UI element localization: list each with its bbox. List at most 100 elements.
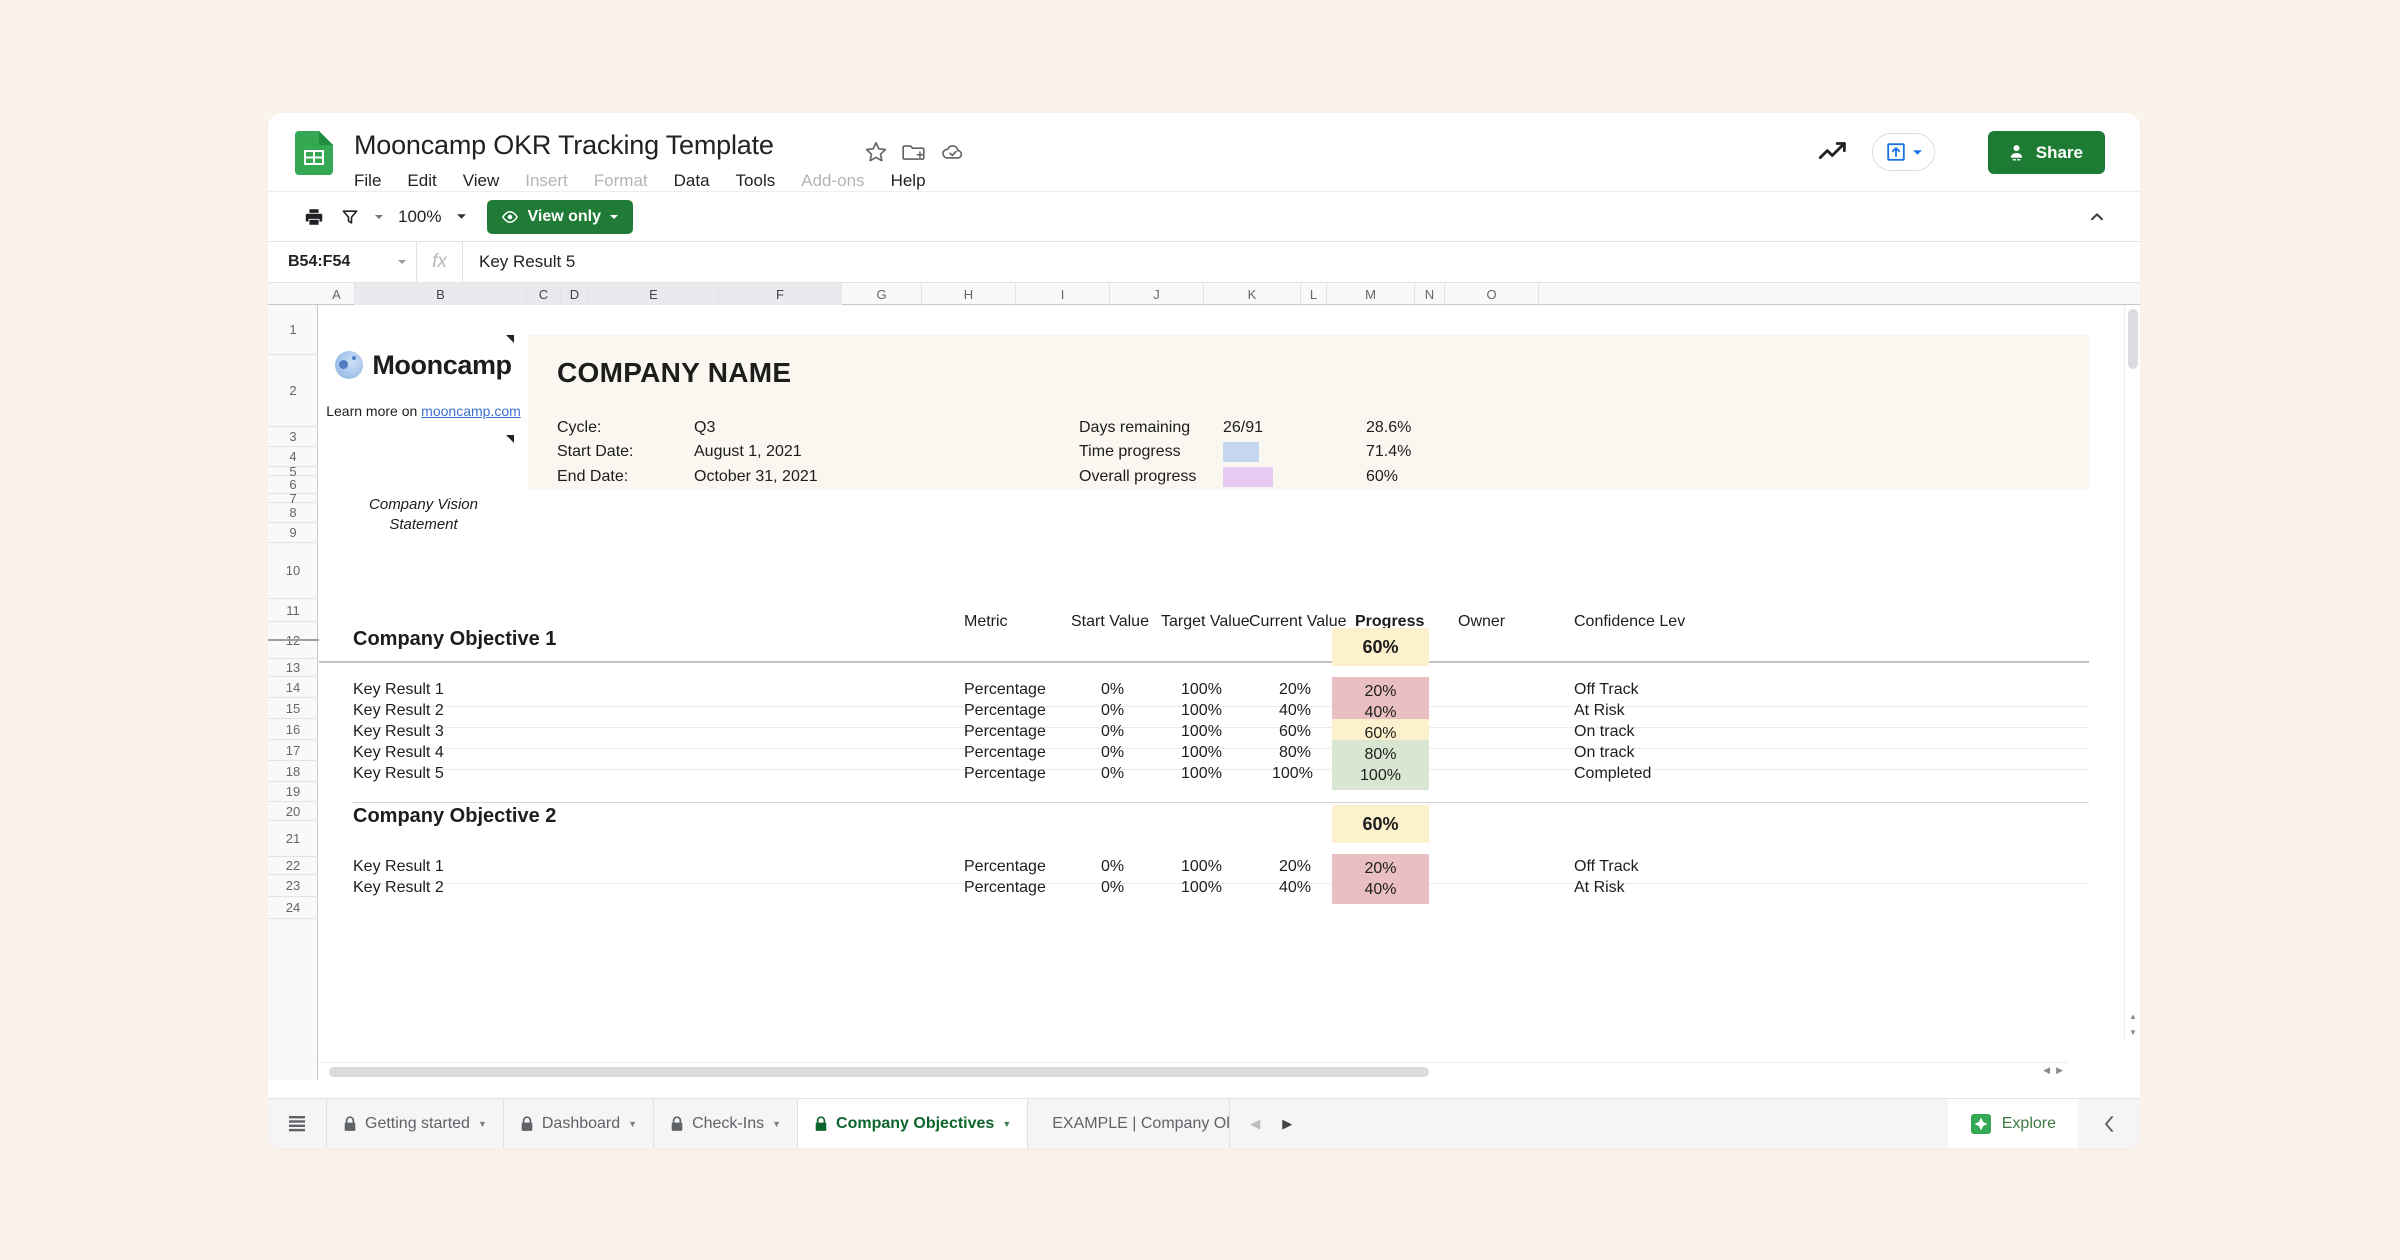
row-header-8[interactable]: 8 bbox=[268, 503, 318, 523]
column-header-e[interactable]: E bbox=[589, 283, 719, 305]
sheet-tab-check-ins[interactable]: Check-Ins ▼ bbox=[653, 1099, 797, 1148]
column-header-d[interactable]: D bbox=[561, 283, 589, 305]
column-header-l[interactable]: L bbox=[1301, 283, 1327, 305]
sheet-tab-example-company-objectives[interactable]: EXAMPLE | Company Objectives bbox=[1027, 1099, 1229, 1148]
tab-navigation: ◀ ▶ bbox=[1229, 1099, 1948, 1148]
row-header-13[interactable]: 13 bbox=[268, 659, 318, 677]
filter-dropdown[interactable] bbox=[368, 199, 390, 235]
next-sheet-button[interactable]: ▶ bbox=[1282, 1116, 1292, 1132]
kr-current: 80% bbox=[1279, 744, 1311, 762]
sheet-tab-label: EXAMPLE | Company Objectives bbox=[1052, 1115, 1229, 1133]
row-header-20[interactable]: 20 bbox=[268, 802, 318, 821]
prev-sheet-button[interactable]: ◀ bbox=[1250, 1116, 1260, 1132]
objective-title: Company Objective 1 bbox=[353, 628, 556, 651]
formula-input[interactable]: Key Result 5 bbox=[462, 241, 2140, 283]
move-to-folder-icon[interactable] bbox=[901, 139, 927, 165]
scroll-up-arrow[interactable]: ▲ bbox=[2125, 1009, 2140, 1024]
collapse-toolbar-button[interactable] bbox=[2080, 200, 2114, 234]
row-header-24[interactable]: 24 bbox=[268, 897, 318, 919]
kr-name: Key Result 5 bbox=[353, 765, 444, 783]
vision-line-1: Company Vision bbox=[319, 495, 528, 515]
cloud-saved-icon[interactable] bbox=[940, 139, 966, 165]
chevron-down-icon[interactable]: ▼ bbox=[1002, 1119, 1011, 1129]
column-header-b[interactable]: B bbox=[355, 283, 527, 305]
filter-button[interactable] bbox=[332, 199, 368, 235]
kr-metric: Percentage bbox=[964, 765, 1046, 783]
cycle-value: Q3 bbox=[694, 419, 715, 437]
column-header-f[interactable]: F bbox=[719, 283, 842, 305]
row-header-23[interactable]: 23 bbox=[268, 875, 318, 897]
explore-label: Explore bbox=[2002, 1115, 2056, 1133]
row-header-9[interactable]: 9 bbox=[268, 523, 318, 543]
print-button[interactable] bbox=[296, 199, 332, 235]
row-header-2[interactable]: 2 bbox=[268, 355, 318, 427]
days-remaining-percent: 28.6% bbox=[1366, 419, 1411, 437]
column-header-j[interactable]: J bbox=[1110, 283, 1204, 305]
column-header-o[interactable]: O bbox=[1445, 283, 1539, 305]
column-header-m[interactable]: M bbox=[1327, 283, 1415, 305]
horizontal-scrollbar-thumb[interactable] bbox=[329, 1067, 1429, 1077]
share-button[interactable]: Share bbox=[1988, 131, 2105, 174]
key-result-row[interactable]: Key Result 4 Percentage 0% 100% 80% 80% … bbox=[319, 744, 2089, 765]
column-header-n[interactable]: N bbox=[1415, 283, 1445, 305]
row-header-21[interactable]: 21 bbox=[268, 821, 318, 857]
row-header-14[interactable]: 14 bbox=[268, 677, 318, 698]
zoom-level[interactable]: 100% bbox=[390, 207, 449, 227]
objective-row[interactable]: Company Objective 1 60% bbox=[319, 628, 2089, 666]
explore-button[interactable]: Explore bbox=[1948, 1099, 2078, 1148]
chevron-down-icon[interactable]: ▼ bbox=[478, 1119, 487, 1129]
scroll-right-arrow[interactable]: ▶ bbox=[2056, 1065, 2063, 1076]
sheet-tab-getting-started[interactable]: Getting started ▼ bbox=[326, 1099, 503, 1148]
column-header-c[interactable]: C bbox=[527, 283, 561, 305]
cell-canvas[interactable]: Mooncamp Learn more on mooncamp.com Comp… bbox=[319, 305, 2089, 1080]
key-result-row[interactable]: Key Result 5 Percentage 0% 100% 100% 100… bbox=[319, 765, 2089, 786]
publish-button[interactable] bbox=[1872, 133, 1935, 171]
key-result-row[interactable]: Key Result 1 Percentage 0% 100% 20% 20% … bbox=[319, 681, 2089, 702]
objective-row[interactable]: Company Objective 2 60% bbox=[319, 805, 2089, 843]
row-header-15[interactable]: 15 bbox=[268, 698, 318, 719]
chevron-down-icon[interactable]: ▼ bbox=[628, 1119, 637, 1129]
row-header-19[interactable]: 19 bbox=[268, 782, 318, 802]
column-header-i[interactable]: I bbox=[1016, 283, 1110, 305]
horizontal-scrollbar[interactable]: ◀ ▶ bbox=[319, 1062, 2069, 1080]
row-header-7[interactable]: 7 bbox=[268, 494, 318, 503]
kr-confidence: At Risk bbox=[1574, 702, 1625, 720]
row-header-17[interactable]: 17 bbox=[268, 740, 318, 761]
chevron-down-icon[interactable]: ▼ bbox=[772, 1119, 781, 1129]
key-result-row[interactable]: Key Result 2 Percentage 0% 100% 40% 40% … bbox=[319, 702, 2089, 723]
scroll-down-arrow[interactable]: ▼ bbox=[2125, 1025, 2140, 1040]
all-sheets-button[interactable] bbox=[268, 1099, 326, 1148]
scroll-left-arrow[interactable]: ◀ bbox=[2043, 1065, 2050, 1076]
note-marker-icon-2 bbox=[506, 435, 514, 443]
row-header-22[interactable]: 22 bbox=[268, 857, 318, 875]
mooncamp-link[interactable]: mooncamp.com bbox=[421, 403, 521, 419]
row-header-3[interactable]: 3 bbox=[268, 427, 318, 447]
zoom-dropdown[interactable] bbox=[449, 199, 473, 235]
row-header-11[interactable]: 11 bbox=[268, 599, 318, 622]
view-mode-button[interactable]: View only bbox=[487, 200, 633, 234]
row-header-1[interactable]: 1 bbox=[268, 305, 318, 355]
column-header-h[interactable]: H bbox=[922, 283, 1016, 305]
row-header-18[interactable]: 18 bbox=[268, 761, 318, 782]
row-header-10[interactable]: 10 bbox=[268, 543, 318, 599]
row-header-16[interactable]: 16 bbox=[268, 719, 318, 740]
key-result-row[interactable]: Key Result 3 Percentage 0% 100% 60% 60% … bbox=[319, 723, 2089, 744]
vertical-scrollbar-thumb[interactable] bbox=[2128, 309, 2138, 369]
kr-confidence: On track bbox=[1574, 744, 1634, 762]
vertical-scrollbar[interactable]: ▲ ▼ bbox=[2124, 305, 2140, 1042]
key-result-row[interactable]: Key Result 2 Percentage 0% 100% 40% 40% … bbox=[319, 879, 2089, 900]
row-header-5[interactable]: 5 bbox=[268, 467, 318, 476]
document-title[interactable]: Mooncamp OKR Tracking Template bbox=[354, 130, 774, 161]
star-icon[interactable] bbox=[863, 139, 889, 165]
trending-up-icon[interactable] bbox=[1816, 135, 1850, 169]
name-box[interactable]: B54:F54 bbox=[268, 253, 388, 271]
side-panel-toggle[interactable] bbox=[2078, 1099, 2140, 1148]
sheet-tab-dashboard[interactable]: Dashboard ▼ bbox=[503, 1099, 653, 1148]
key-result-row[interactable]: Key Result 1 Percentage 0% 100% 20% 20% … bbox=[319, 858, 2089, 879]
lock-icon bbox=[343, 1116, 357, 1132]
sheet-tab-company-objectives[interactable]: Company Objectives ▼ bbox=[797, 1099, 1027, 1148]
column-header-k[interactable]: K bbox=[1204, 283, 1301, 305]
column-header-a[interactable]: A bbox=[319, 283, 355, 305]
name-box-dropdown[interactable] bbox=[388, 257, 416, 267]
column-header-g[interactable]: G bbox=[842, 283, 922, 305]
